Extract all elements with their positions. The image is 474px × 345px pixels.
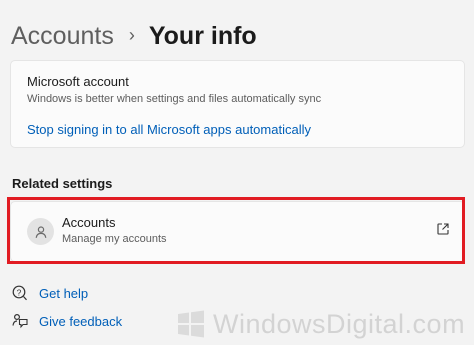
watermark: WindowsDigital.com (175, 308, 465, 340)
get-help-label: Get help (39, 285, 89, 301)
give-feedback-link[interactable]: Give feedback (11, 311, 122, 331)
microsoft-account-description: Windows is better when settings and file… (27, 93, 322, 105)
windows-logo-icon (175, 308, 207, 340)
related-settings-heading: Related settings (12, 176, 113, 191)
svg-text:?: ? (17, 287, 22, 297)
stop-signing-in-link[interactable]: Stop signing in to all Microsoft apps au… (27, 122, 311, 137)
give-feedback-label: Give feedback (39, 313, 123, 329)
get-help-link[interactable]: ? Get help (11, 283, 88, 303)
microsoft-account-card: Microsoft account Windows is better when… (10, 60, 465, 148)
accounts-item-subtitle: Manage my accounts (62, 233, 167, 245)
accounts-item-title: Accounts (62, 215, 116, 230)
chevron-right-icon: › (128, 24, 135, 45)
person-icon (27, 218, 54, 245)
microsoft-account-title: Microsoft account (27, 74, 129, 89)
open-external-icon[interactable] (436, 222, 450, 236)
page-title: Your info (148, 21, 257, 50)
watermark-text: WindowsDigital.com (213, 308, 466, 339)
breadcrumb-accounts[interactable]: Accounts (11, 22, 114, 51)
breadcrumb: Accounts › Your info (11, 18, 257, 54)
accounts-settings-item[interactable]: Accounts Manage my accounts (10, 201, 465, 262)
feedback-icon (11, 312, 29, 330)
help-headset-icon: ? (11, 284, 29, 302)
